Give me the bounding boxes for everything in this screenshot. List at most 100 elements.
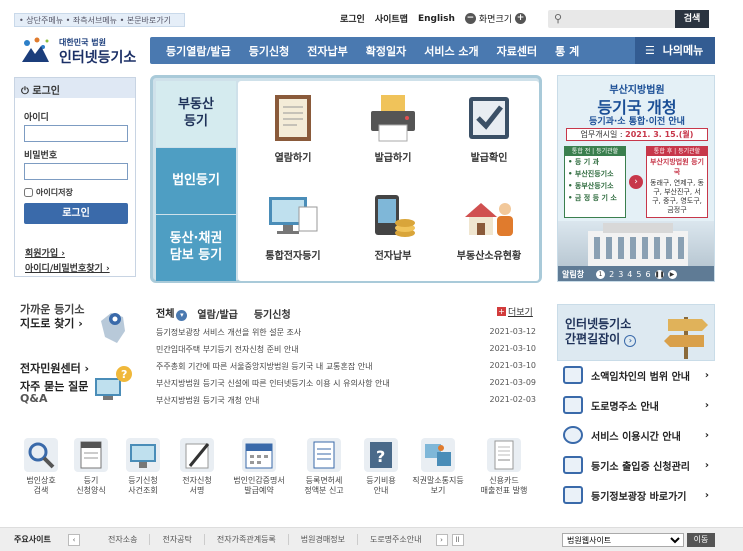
footer-site-link[interactable]: 전자소송	[96, 534, 151, 545]
quick-link-e-signature[interactable]: 전자신청 서명	[170, 438, 224, 496]
tab-apply[interactable]: 등기신청	[254, 306, 291, 321]
banner-page-dot[interactable]: 1	[596, 270, 606, 279]
news-item[interactable]: 등기정보광장 서비스 개선을 위한 설문 조사 2021-03-12	[156, 327, 536, 343]
login-button[interactable]: 로그인	[24, 203, 128, 224]
pause-icon[interactable]: ❚❚	[654, 270, 665, 279]
pw-label: 비밀번호	[24, 151, 58, 161]
news-item[interactable]: 민간임대주택 부기등기 전자신청 준비 안내 2021-03-10	[156, 344, 536, 360]
nav-item-fixed-date[interactable]: 확정일자	[357, 43, 415, 59]
join-link[interactable]: 회원가입 ›	[25, 246, 65, 259]
quick-link-label: 안내	[373, 486, 389, 495]
go-button[interactable]: 이동	[687, 533, 715, 547]
nav-item-apply[interactable]: 등기신청	[240, 43, 298, 59]
house-icon	[563, 366, 583, 384]
login-panel: ⏻ 로그인 아이디 비밀번호 아이디저장 로그인 회원가입 › 아이디/비밀번호…	[14, 77, 136, 277]
right-link-small-tenant[interactable]: 소액임차인의 범위 안내 ›	[563, 364, 715, 386]
banner-subtitle: 등기과·소 통합·이전 안내	[589, 117, 685, 127]
quick-link-corp-name-search[interactable]: 법인상호 검색	[14, 438, 68, 496]
zoom-out-icon[interactable]: −	[464, 13, 476, 24]
category-corporate[interactable]: 법인등기	[156, 148, 236, 214]
banner-page-dot[interactable]: 2	[609, 270, 614, 279]
quick-link-seal-certificate[interactable]: 법인인감증명서 발급예약	[226, 438, 292, 496]
save-id-option[interactable]: 아이디저장	[24, 187, 73, 198]
category-real-estate-label: 부동산 등기	[178, 97, 214, 129]
banner-before-item: • 동부산등기소	[568, 182, 614, 190]
password-input[interactable]	[24, 163, 128, 180]
service-e-payment[interactable]: 전자납부	[348, 191, 438, 262]
svg-text:?: ?	[376, 447, 385, 466]
nav-item-service-intro[interactable]: 서비스 소개	[415, 43, 487, 59]
english-link[interactable]: English	[418, 14, 455, 24]
banner-before-item: • 등 기 과	[568, 158, 600, 166]
nav-item-statistics[interactable]: 통 계	[546, 43, 588, 59]
id-input[interactable]	[24, 125, 128, 142]
service-verify[interactable]: 발급확인	[444, 93, 534, 164]
nav-item-epayment[interactable]: 전자납부	[298, 43, 356, 59]
banner-page-dot[interactable]: 4	[627, 270, 632, 279]
my-menu-label: 나의메뉴	[662, 44, 704, 57]
nav-item-resource-center[interactable]: 자료센터	[488, 43, 546, 59]
footer-site-link[interactable]: 전자공탁	[150, 534, 205, 545]
quick-link-forms[interactable]: 등기 신청양식	[64, 438, 118, 496]
quick-link-label: 법인인감증명서	[233, 476, 285, 485]
footer-site-link[interactable]: 도로명주소안내	[358, 534, 434, 545]
chevron-left-icon[interactable]: ‹	[68, 533, 80, 546]
quick-link-label: 신청양식	[76, 486, 106, 495]
footer-site-link[interactable]: 전자가족관계등록	[205, 534, 289, 545]
zoom-in-icon[interactable]: +	[515, 13, 527, 24]
login-link[interactable]: 로그인	[340, 12, 365, 25]
easy-guide-banner[interactable]: 인터넷등기소 간편길잡이 ›	[557, 304, 715, 361]
right-link-service-hours[interactable]: 서비스 이용시간 안내 ›	[563, 424, 715, 446]
quick-link-credit-card-receipt[interactable]: 신용카드 매출전표 발행	[472, 438, 536, 496]
near-office-link[interactable]: 가까운 등기소 지도로 찾기 ›	[20, 303, 85, 331]
search-input[interactable]	[568, 12, 668, 26]
chevron-right-icon: ›	[704, 429, 709, 441]
notice-banner[interactable]: 부산지방법원 등기국 개청 등기과·소 통합·이전 안내 업무개시일 : 202…	[557, 75, 715, 282]
news-item[interactable]: 주주총회 기간에 따른 서울중앙지방법원 등기국 내 교통혼잡 안내 2021-0…	[156, 361, 536, 377]
quick-link-ex-officio-notice[interactable]: 직권말소통지등 보기	[404, 438, 472, 496]
site-logo[interactable]: 대한민국 법원 인터넷등기소	[17, 34, 147, 66]
arrow-right-icon: ›	[629, 175, 643, 189]
service-property-ownership[interactable]: 부동산소유현황	[444, 191, 534, 262]
search-button[interactable]: 검색	[675, 10, 709, 28]
right-link-info-plaza[interactable]: 등기정보광장 바로가기 ›	[563, 484, 715, 506]
news-more-link[interactable]: + 더보기	[497, 305, 533, 318]
service-integrated-e-registry[interactable]: 통합전자등기	[248, 191, 338, 262]
quick-link-label: 등기신청	[128, 476, 158, 485]
service-issue[interactable]: 발급하기	[348, 93, 438, 164]
pause-icon[interactable]: ll	[451, 533, 464, 546]
tab-all[interactable]: 전체 ▾	[156, 305, 188, 321]
find-account-link[interactable]: 아이디/비밀번호찾기 ›	[25, 261, 110, 274]
court-site-select[interactable]: 법원웹사이트	[562, 533, 684, 547]
tab-view-issue[interactable]: 열람/발급	[197, 306, 237, 321]
next-icon[interactable]: ▶	[667, 270, 677, 279]
news-item[interactable]: 부산지방법원 등기국 신설에 따른 인터넷등기소 이용 시 유의사항 안내 202…	[156, 378, 536, 394]
quick-link-case-inquiry[interactable]: 등기신청 사건조회	[116, 438, 170, 496]
chevron-right-icon[interactable]: ›	[435, 533, 448, 546]
footer-site-link[interactable]: 법원경매정보	[289, 534, 358, 545]
banner-page-dot[interactable]: 3	[618, 270, 623, 279]
banner-page-dot[interactable]: 6	[645, 270, 650, 279]
skip-navigation[interactable]: • 상단주메뉴 • 좌측서브메뉴 • 본문바로가기	[14, 13, 185, 27]
service-view[interactable]: 열람하기	[248, 93, 338, 164]
news-item[interactable]: 부산지방법원 등기국 개청 안내 2021-02-03	[156, 395, 536, 411]
sitemap-link[interactable]: 사이트맵	[375, 12, 408, 25]
civil-center-link[interactable]: 전자민원센터 › 자주 묻는 질문 Q&A	[20, 363, 89, 405]
category-movable-collateral[interactable]: 동산·채권 담보 등기	[156, 215, 236, 281]
right-link-pass-request[interactable]: 등기소 출입증 신청관리 ›	[563, 454, 715, 476]
quick-link-registration-tax[interactable]: 등록면허세 정액분 신고	[293, 438, 355, 496]
right-link-label: 등기정보광장 바로가기	[591, 491, 687, 503]
pen-icon	[180, 438, 214, 472]
right-link-road-address[interactable]: 도로명주소 안내 ›	[563, 394, 715, 416]
category-real-estate[interactable]: 부동산 등기	[156, 81, 236, 147]
search-box[interactable]: ⚲	[548, 10, 676, 28]
form-icon	[74, 438, 108, 472]
banner-page-dot[interactable]: 5	[636, 270, 641, 279]
nav-item-view-issue[interactable]: 등기열람/발급	[150, 43, 240, 59]
banner-controls: 알림창 1 2 3 4 5 6 ❚❚ ▶	[558, 266, 714, 281]
near-office-line2: 지도로 찾기 ›	[20, 317, 83, 330]
my-menu-button[interactable]: ☰ 나의메뉴	[635, 37, 715, 64]
service-issue-label: 발급하기	[374, 153, 412, 164]
quick-link-registration-cost[interactable]: ? 등기비용 안내	[354, 438, 408, 496]
save-id-checkbox[interactable]	[24, 188, 33, 197]
